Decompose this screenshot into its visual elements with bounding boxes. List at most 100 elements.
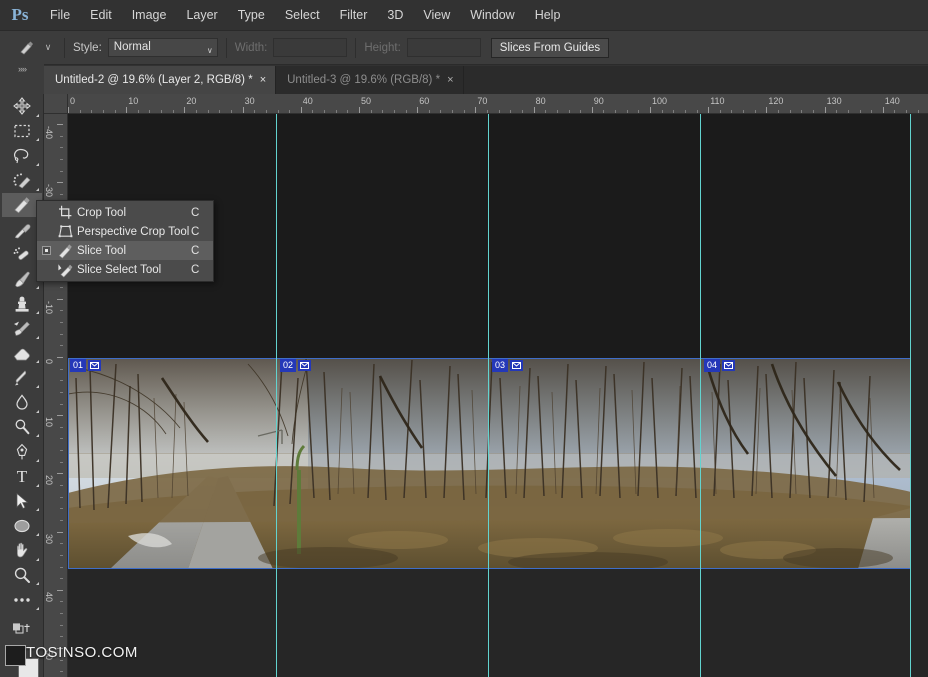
toolbar-collapse-icon[interactable]: »» <box>0 60 44 94</box>
tab-untitled-2[interactable]: Untitled-2 @ 19.6% (Layer 2, RGB/8) * × <box>44 66 277 94</box>
ruler-tick-minor <box>917 110 919 113</box>
slice-tool-icon[interactable] <box>14 36 40 60</box>
width-input[interactable] <box>273 38 348 57</box>
zoom-tool[interactable] <box>2 563 42 588</box>
tool-corner-marker <box>35 360 39 364</box>
blur-tool[interactable] <box>2 390 42 415</box>
menu-image[interactable]: Image <box>122 0 177 31</box>
document-canvas[interactable]: 01 02 03 04 <box>68 114 928 677</box>
flyout-item-crop-tool[interactable]: Crop Tool C <box>37 203 213 222</box>
eraser-tool[interactable] <box>2 341 42 366</box>
edit-toolbar-tool[interactable] <box>2 587 42 612</box>
style-label: Style: <box>73 41 102 54</box>
ruler-tick-minor <box>603 110 605 113</box>
foreground-color-swatch[interactable] <box>4 644 26 666</box>
path-selection-tool[interactable] <box>2 489 42 514</box>
slice-badge-01[interactable]: 01 <box>70 359 102 372</box>
menu-window[interactable]: Window <box>460 0 524 31</box>
history-brush-tool[interactable] <box>2 316 42 341</box>
slice-select-tool-icon <box>53 262 77 278</box>
options-bar: ∨ Style: Normal ∨ Width: Height: Slices … <box>0 31 928 65</box>
hand-tool[interactable] <box>2 538 42 563</box>
guide-line-3[interactable] <box>700 114 701 677</box>
menu-select[interactable]: Select <box>275 0 330 31</box>
menu-edit[interactable]: Edit <box>80 0 122 31</box>
flyout-item-perspective-crop-tool-label: Perspective Crop Tool <box>77 225 190 238</box>
pen-tool[interactable] <box>2 439 42 464</box>
horizontal-type-tool[interactable]: T <box>2 464 42 489</box>
menu-help[interactable]: Help <box>525 0 571 31</box>
tools-panel: T <box>0 94 44 677</box>
ruler-tick <box>650 107 651 113</box>
close-icon[interactable]: × <box>260 74 266 86</box>
horizontal-ruler[interactable]: 0102030405060708090100110120130140150 <box>68 94 928 114</box>
slice-link-icon <box>298 360 312 371</box>
ruler-label: 120 <box>768 96 784 106</box>
ruler-corner[interactable] <box>44 94 68 114</box>
ruler-tick-minor <box>743 110 745 113</box>
vertical-ruler[interactable]: -40-30-20-1001020304050 <box>44 114 68 677</box>
style-select[interactable]: Normal ∨ <box>107 38 218 57</box>
tool-corner-marker <box>35 434 39 438</box>
flyout-item-slice-tool[interactable]: Slice Tool C <box>37 241 213 260</box>
guide-line-2[interactable] <box>488 114 489 677</box>
ruler-label: 80 <box>535 96 546 106</box>
ruler-tick-minor <box>60 368 63 370</box>
options-divider-2 <box>225 37 227 58</box>
quick-mask-tool[interactable] <box>2 616 42 641</box>
crop-tool-flyout-menu: Crop Tool C Perspective Crop Tool C Slic… <box>36 200 214 282</box>
ruler-tick <box>57 589 63 591</box>
menu-file[interactable]: File <box>40 0 80 31</box>
menu-bar: Ps File Edit Image Layer Type Select Fil… <box>0 0 928 31</box>
height-input[interactable] <box>406 38 481 57</box>
flyout-item-slice-tool-label: Slice Tool <box>77 244 127 257</box>
ruler-tick-minor <box>60 403 63 405</box>
move-tool[interactable] <box>2 94 42 119</box>
menu-view[interactable]: View <box>413 0 460 31</box>
ruler-tick <box>533 107 535 113</box>
rectangular-marquee-tool[interactable] <box>2 119 42 144</box>
options-divider-1 <box>64 37 65 58</box>
ruler-tick-minor <box>393 110 395 113</box>
ruler-tick <box>359 107 360 113</box>
ellipse-tool[interactable] <box>2 513 42 538</box>
gradient-tool[interactable] <box>2 365 42 390</box>
ruler-tick-minor <box>812 110 814 113</box>
tool-corner-marker <box>35 335 39 339</box>
tool-preset-chevron-down-icon[interactable]: ∨ <box>40 36 56 60</box>
clone-stamp-tool[interactable] <box>2 291 42 316</box>
menu-filter[interactable]: Filter <box>330 0 378 31</box>
flyout-item-slice-select-tool[interactable]: Slice Select Tool C <box>37 260 213 279</box>
lasso-tool[interactable] <box>2 143 42 168</box>
tool-corner-marker <box>35 409 39 413</box>
flyout-item-perspective-crop-tool[interactable]: Perspective Crop Tool C <box>37 222 213 241</box>
ruler-tick-minor <box>149 110 151 113</box>
ruler-label: 10 <box>128 96 139 106</box>
guide-line-4[interactable] <box>910 114 911 677</box>
ruler-tick-minor <box>289 110 291 113</box>
ruler-tick-minor <box>60 566 63 568</box>
guide-line-1[interactable] <box>276 114 277 677</box>
ruler-label: 70 <box>477 96 488 106</box>
selected-indicator-icon <box>39 246 53 255</box>
ruler-tick-minor <box>137 110 139 113</box>
menu-layer[interactable]: Layer <box>176 0 227 31</box>
slice-badge-02[interactable]: 02 <box>280 359 312 372</box>
tab-untitled-3[interactable]: Untitled-3 @ 19.6% (RGB/8) * × <box>276 66 464 94</box>
slices-from-guides-button[interactable]: Slices From Guides <box>490 37 610 58</box>
quick-selection-tool[interactable] <box>2 168 42 193</box>
close-icon[interactable]: × <box>447 74 453 86</box>
ruler-tick-minor <box>60 194 63 196</box>
menu-type[interactable]: Type <box>228 0 275 31</box>
flyout-item-slice-select-tool-label: Slice Select Tool <box>77 263 162 276</box>
width-label: Width: <box>234 41 268 54</box>
ruler-tick-minor <box>521 110 523 113</box>
ruler-tick-minor <box>60 322 63 324</box>
slice-badge-03[interactable]: 03 <box>492 359 524 372</box>
dodge-tool[interactable] <box>2 415 42 440</box>
menu-3d[interactable]: 3D <box>377 0 413 31</box>
ruler-tick <box>68 107 69 113</box>
tool-corner-marker <box>35 607 39 611</box>
slice-badge-04[interactable]: 04 <box>704 359 736 372</box>
ruler-tick <box>57 298 63 300</box>
